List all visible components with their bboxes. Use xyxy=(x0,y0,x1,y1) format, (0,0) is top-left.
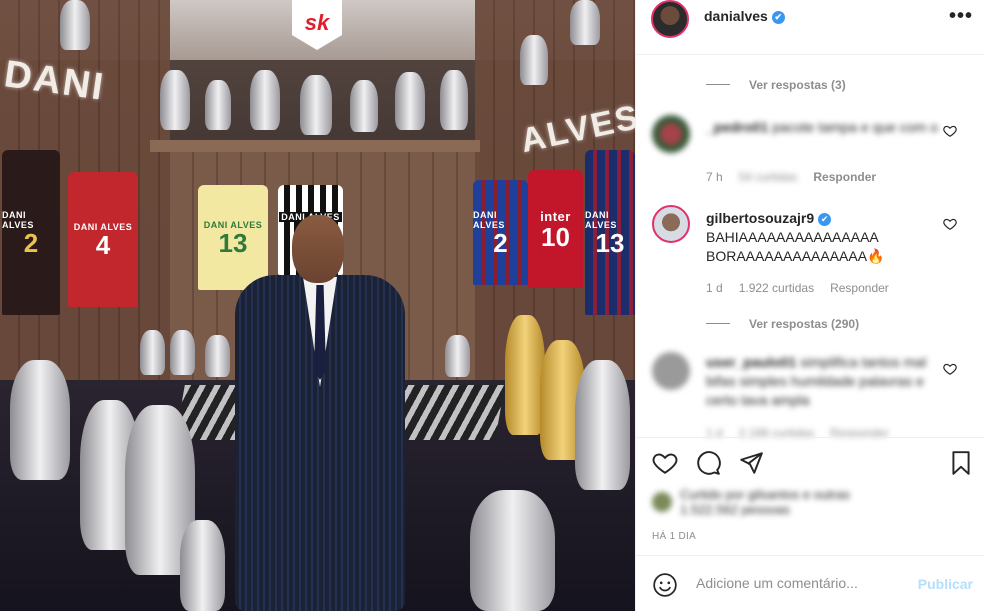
divider xyxy=(636,54,984,55)
comment-text: _pedro01 pacote tampa e que com o xyxy=(706,119,938,135)
commenter-avatar[interactable] xyxy=(652,352,690,390)
trophy-shelf xyxy=(150,140,480,152)
trophy xyxy=(140,330,165,375)
trophy xyxy=(570,0,600,45)
trophy xyxy=(205,80,231,130)
view-replies-link[interactable]: Ver respostas (290) xyxy=(749,317,859,331)
divider xyxy=(636,437,984,438)
trophy xyxy=(445,335,470,377)
share-icon[interactable] xyxy=(738,450,764,476)
more-options-icon[interactable]: ••• xyxy=(949,5,973,28)
comment-icon[interactable] xyxy=(695,450,721,476)
comment-input[interactable] xyxy=(696,575,906,591)
owner-username[interactable]: danialves ✔ xyxy=(704,8,785,24)
trophy xyxy=(60,0,90,50)
trophy xyxy=(395,72,425,130)
view-replies-link[interactable]: Ver respostas (3) xyxy=(749,78,846,92)
sk-logo-text: sk xyxy=(304,10,330,35)
comment-like-icon[interactable] xyxy=(943,362,957,379)
liker-avatar xyxy=(652,492,672,512)
likes-summary[interactable]: Curtido por gilsantos e outras 1.522.562… xyxy=(652,487,900,517)
add-comment-box: Publicar xyxy=(636,555,984,611)
trophy xyxy=(170,330,195,375)
comment-meta: 1 d 2.188 curtidas Responder xyxy=(706,426,889,437)
trophy xyxy=(160,70,190,130)
publish-button[interactable]: Publicar xyxy=(918,576,973,592)
man-in-suit xyxy=(215,215,425,611)
trophy xyxy=(505,315,545,435)
comment-like-icon[interactable] xyxy=(943,124,957,141)
jersey: DANI ALVES 4 xyxy=(68,172,138,307)
like-icon[interactable] xyxy=(652,450,678,476)
post-timestamp: HÁ 1 DIA xyxy=(652,531,697,542)
verified-icon: ✔ xyxy=(818,212,832,226)
trophy xyxy=(300,75,332,135)
thread-line xyxy=(706,323,730,324)
jersey: DANI ALVES 13 xyxy=(585,150,635,315)
thread-line xyxy=(706,84,730,85)
trophy xyxy=(575,360,630,490)
comment-text: user_paulo01 simplifica tantos mal bifas… xyxy=(706,354,927,408)
trophy xyxy=(440,70,468,130)
trophy xyxy=(520,35,548,85)
comment-meta: 1 d 1.922 curtidas Responder xyxy=(706,281,889,295)
owner-avatar[interactable] xyxy=(651,0,689,38)
action-bar xyxy=(652,450,974,476)
commenter-avatar[interactable] xyxy=(652,205,690,243)
trophy xyxy=(10,360,70,480)
bookmark-icon[interactable] xyxy=(948,450,974,476)
post-image[interactable]: sk DANI ALVES DANI ALVES 2 DANI ALVES 4 … xyxy=(0,0,635,611)
jersey: inter 10 xyxy=(528,170,583,288)
trophy xyxy=(250,70,280,130)
verified-icon: ✔ xyxy=(771,10,785,24)
head xyxy=(292,215,344,283)
post-header: danialves ✔ ••• xyxy=(636,0,984,38)
post-sidebar: danialves ✔ ••• Ver respostas (3) _pedro0… xyxy=(635,0,984,611)
trophy xyxy=(350,80,378,132)
emoji-icon[interactable] xyxy=(652,572,678,598)
trophy xyxy=(470,490,555,611)
jersey: DANI ALVES 2 xyxy=(473,180,528,285)
commenter-avatar[interactable] xyxy=(652,115,690,153)
comment-meta: 7 h 54 curtidas Responder xyxy=(706,170,877,184)
comment-like-icon[interactable] xyxy=(943,217,957,234)
comment-text: gilbertosouzajr9 ✔ BAHIAAAAAAAAAAAAAAA BO… xyxy=(706,210,885,264)
jersey: DANI ALVES 2 xyxy=(2,150,60,315)
